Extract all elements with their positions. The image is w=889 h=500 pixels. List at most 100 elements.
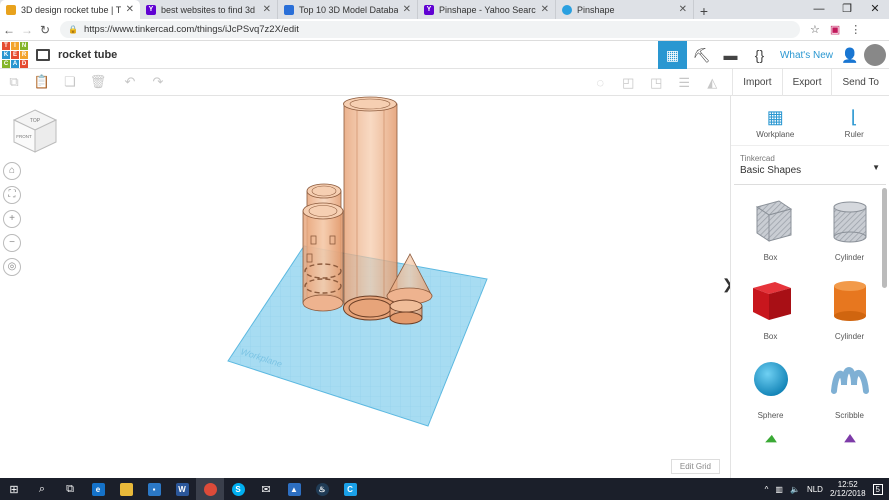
close-tab-icon[interactable]: ✕ <box>403 4 411 15</box>
shape-cylinder-hole[interactable]: Cylinder <box>810 197 889 262</box>
whats-new-link[interactable]: What's New <box>774 50 839 61</box>
url-text: https://www.tinkercad.com/things/iJcPSvq… <box>83 24 299 35</box>
shape-box-hole[interactable]: Box <box>731 197 810 262</box>
library-name: Basic Shapes <box>740 165 802 176</box>
chrome-icon[interactable] <box>196 478 224 500</box>
minimize-icon[interactable]: — <box>805 0 833 19</box>
workplane-canvas[interactable]: TOP FRONT ⌂ ⛶ + − ◎ Workplane Edit Grid … <box>0 96 734 478</box>
bricks-icon[interactable]: ▬ <box>716 41 745 69</box>
close-tab-icon[interactable]: ✕ <box>679 4 687 15</box>
light-bulb-icon[interactable]: ◌ <box>586 75 614 90</box>
task-view-icon[interactable]: ⧉ <box>56 478 84 500</box>
delete-icon[interactable]: 🗑 <box>84 74 112 90</box>
send-to-button[interactable]: Send To <box>831 69 889 96</box>
bookmark-star-icon[interactable]: ☆ <box>810 23 820 36</box>
mirror-icon[interactable]: ◭ <box>698 75 726 91</box>
codeblocks-icon[interactable]: {} <box>745 41 774 69</box>
build-pickaxe-icon[interactable]: ⛏ <box>687 41 716 69</box>
extension-icon[interactable]: ▣ <box>830 23 840 36</box>
redo-icon[interactable]: ↷ <box>144 74 172 90</box>
notification-count[interactable]: 5 <box>872 483 883 495</box>
group-icon[interactable]: ◰ <box>614 75 642 91</box>
tab-top10-databases[interactable]: Top 10 3D Model Databases: Bes ✕ <box>278 0 418 19</box>
url-field[interactable]: 🔒 https://www.tinkercad.com/things/iJcPS… <box>60 21 800 38</box>
tinkercad-logo[interactable]: T I N K E R C A D <box>2 41 28 68</box>
undo-icon[interactable]: ↶ <box>116 74 144 90</box>
import-button[interactable]: Import <box>732 69 781 96</box>
windows-start-icon[interactable]: ⊞ <box>0 478 28 500</box>
close-window-icon[interactable]: ✕ <box>861 0 889 19</box>
edit-toolbar: ⧉ 📋 ❏ 🗑 ↶ ↷ ◌ ◰ ◳ ☰ ◭ Import Export Send… <box>0 69 889 96</box>
duplicate-icon[interactable]: ❏ <box>56 74 84 90</box>
reload-icon[interactable]: ↻ <box>36 23 54 37</box>
library-source-label: Tinkercad <box>740 154 775 163</box>
tab-tinkercad[interactable]: 3D design rocket tube | Tinkercad ✕ <box>0 0 140 19</box>
paste-icon[interactable]: 📋 <box>28 74 56 90</box>
word-icon[interactable]: W <box>168 478 196 500</box>
back-icon[interactable]: ← <box>0 23 18 37</box>
tab-yahoo-best-websites[interactable]: Y best websites to find 3d printed ✕ <box>140 0 278 19</box>
close-tab-icon[interactable]: ✕ <box>263 4 271 15</box>
volume-icon[interactable]: 🔈 <box>790 485 800 494</box>
mail-icon[interactable]: ✉ <box>252 478 280 500</box>
ring-cylinder-shape[interactable] <box>389 299 423 325</box>
lock-icon: 🔒 <box>68 25 78 34</box>
copy-icon[interactable]: ⧉ <box>0 74 28 90</box>
shape-roof[interactable] <box>731 434 810 462</box>
shape-scribble[interactable]: Scribble <box>810 355 889 420</box>
browser-menu-icon[interactable]: ⋮ <box>850 23 861 36</box>
skype-icon[interactable]: S <box>224 478 252 500</box>
edit-grid-button[interactable]: Edit Grid <box>670 459 720 474</box>
store-icon[interactable]: ▪ <box>140 478 168 500</box>
close-tab-icon[interactable]: ✕ <box>541 4 549 15</box>
design-list-icon[interactable] <box>36 48 50 61</box>
body-tube-shape[interactable] <box>302 202 344 312</box>
close-tab-icon[interactable]: ✕ <box>126 4 134 15</box>
cura-icon[interactable]: C <box>336 478 364 500</box>
logo-letter: T <box>2 41 10 50</box>
file-explorer-icon[interactable] <box>112 478 140 500</box>
window-controls: — ❐ ✕ <box>805 0 889 19</box>
shape-pyramid[interactable] <box>810 434 889 462</box>
tall-tube-shape[interactable] <box>343 96 398 321</box>
ruler-tool-label: Ruler <box>844 130 864 139</box>
edge-browser-icon[interactable]: e <box>84 478 112 500</box>
shape-library-select[interactable]: Tinkercad Basic Shapes ▼ <box>734 151 886 185</box>
logo-letter: I <box>11 41 19 50</box>
panel-scrollbar[interactable] <box>882 188 887 288</box>
new-tab-button[interactable]: + <box>694 3 714 19</box>
ruler-tool[interactable]: ⌊ Ruler <box>845 107 864 139</box>
yahoo-favicon-icon: Y <box>424 4 434 15</box>
shape-cylinder[interactable]: Cylinder <box>810 276 889 341</box>
shape-label: Box <box>763 253 778 262</box>
clock[interactable]: 12:52 2/12/2018 <box>830 480 866 498</box>
logo-letter: R <box>20 50 28 59</box>
tab-yahoo-pinshape[interactable]: Y Pinshape - Yahoo Search Results ✕ <box>418 0 556 19</box>
add-user-icon[interactable]: 👤 <box>839 41 861 69</box>
search-icon[interactable]: ⌕ <box>28 478 56 500</box>
forward-icon[interactable]: → <box>18 23 36 37</box>
shape-box[interactable]: Box <box>731 276 810 341</box>
tab-pinshape[interactable]: Pinshape ✕ <box>556 0 694 19</box>
page-favicon-icon <box>284 4 294 15</box>
avatar[interactable] <box>864 44 886 66</box>
maximize-icon[interactable]: ❐ <box>833 0 861 19</box>
logo-letter: C <box>2 59 10 68</box>
align-icon[interactable]: ☰ <box>670 75 698 91</box>
tray-chevron-icon[interactable]: ^ <box>765 485 769 494</box>
photos-icon[interactable]: ▲ <box>280 478 308 500</box>
workplane-scene[interactable]: Workplane <box>0 96 730 478</box>
ungroup-icon[interactable]: ◳ <box>642 75 670 91</box>
collapse-panel-icon[interactable]: ❯ <box>722 276 734 293</box>
logo-letter: K <box>2 50 10 59</box>
project-title[interactable]: rocket tube <box>58 49 117 61</box>
steam-icon[interactable]: ♨ <box>308 478 336 500</box>
3d-view-grid-icon[interactable]: ▦ <box>657 41 687 69</box>
shape-sphere[interactable]: Sphere <box>731 355 810 420</box>
network-icon[interactable]: ▥ <box>775 485 783 494</box>
windows-taskbar: ⊞ ⌕ ⧉ e ▪ W S ✉ ▲ ♨ C ^ ▥ 🔈 NLD 12:52 2/… <box>0 478 889 500</box>
workplane-tool[interactable]: ▦ Workplane <box>756 107 794 139</box>
logo-letter: N <box>20 41 28 50</box>
export-button[interactable]: Export <box>781 69 832 96</box>
language-indicator[interactable]: NLD <box>807 485 823 494</box>
